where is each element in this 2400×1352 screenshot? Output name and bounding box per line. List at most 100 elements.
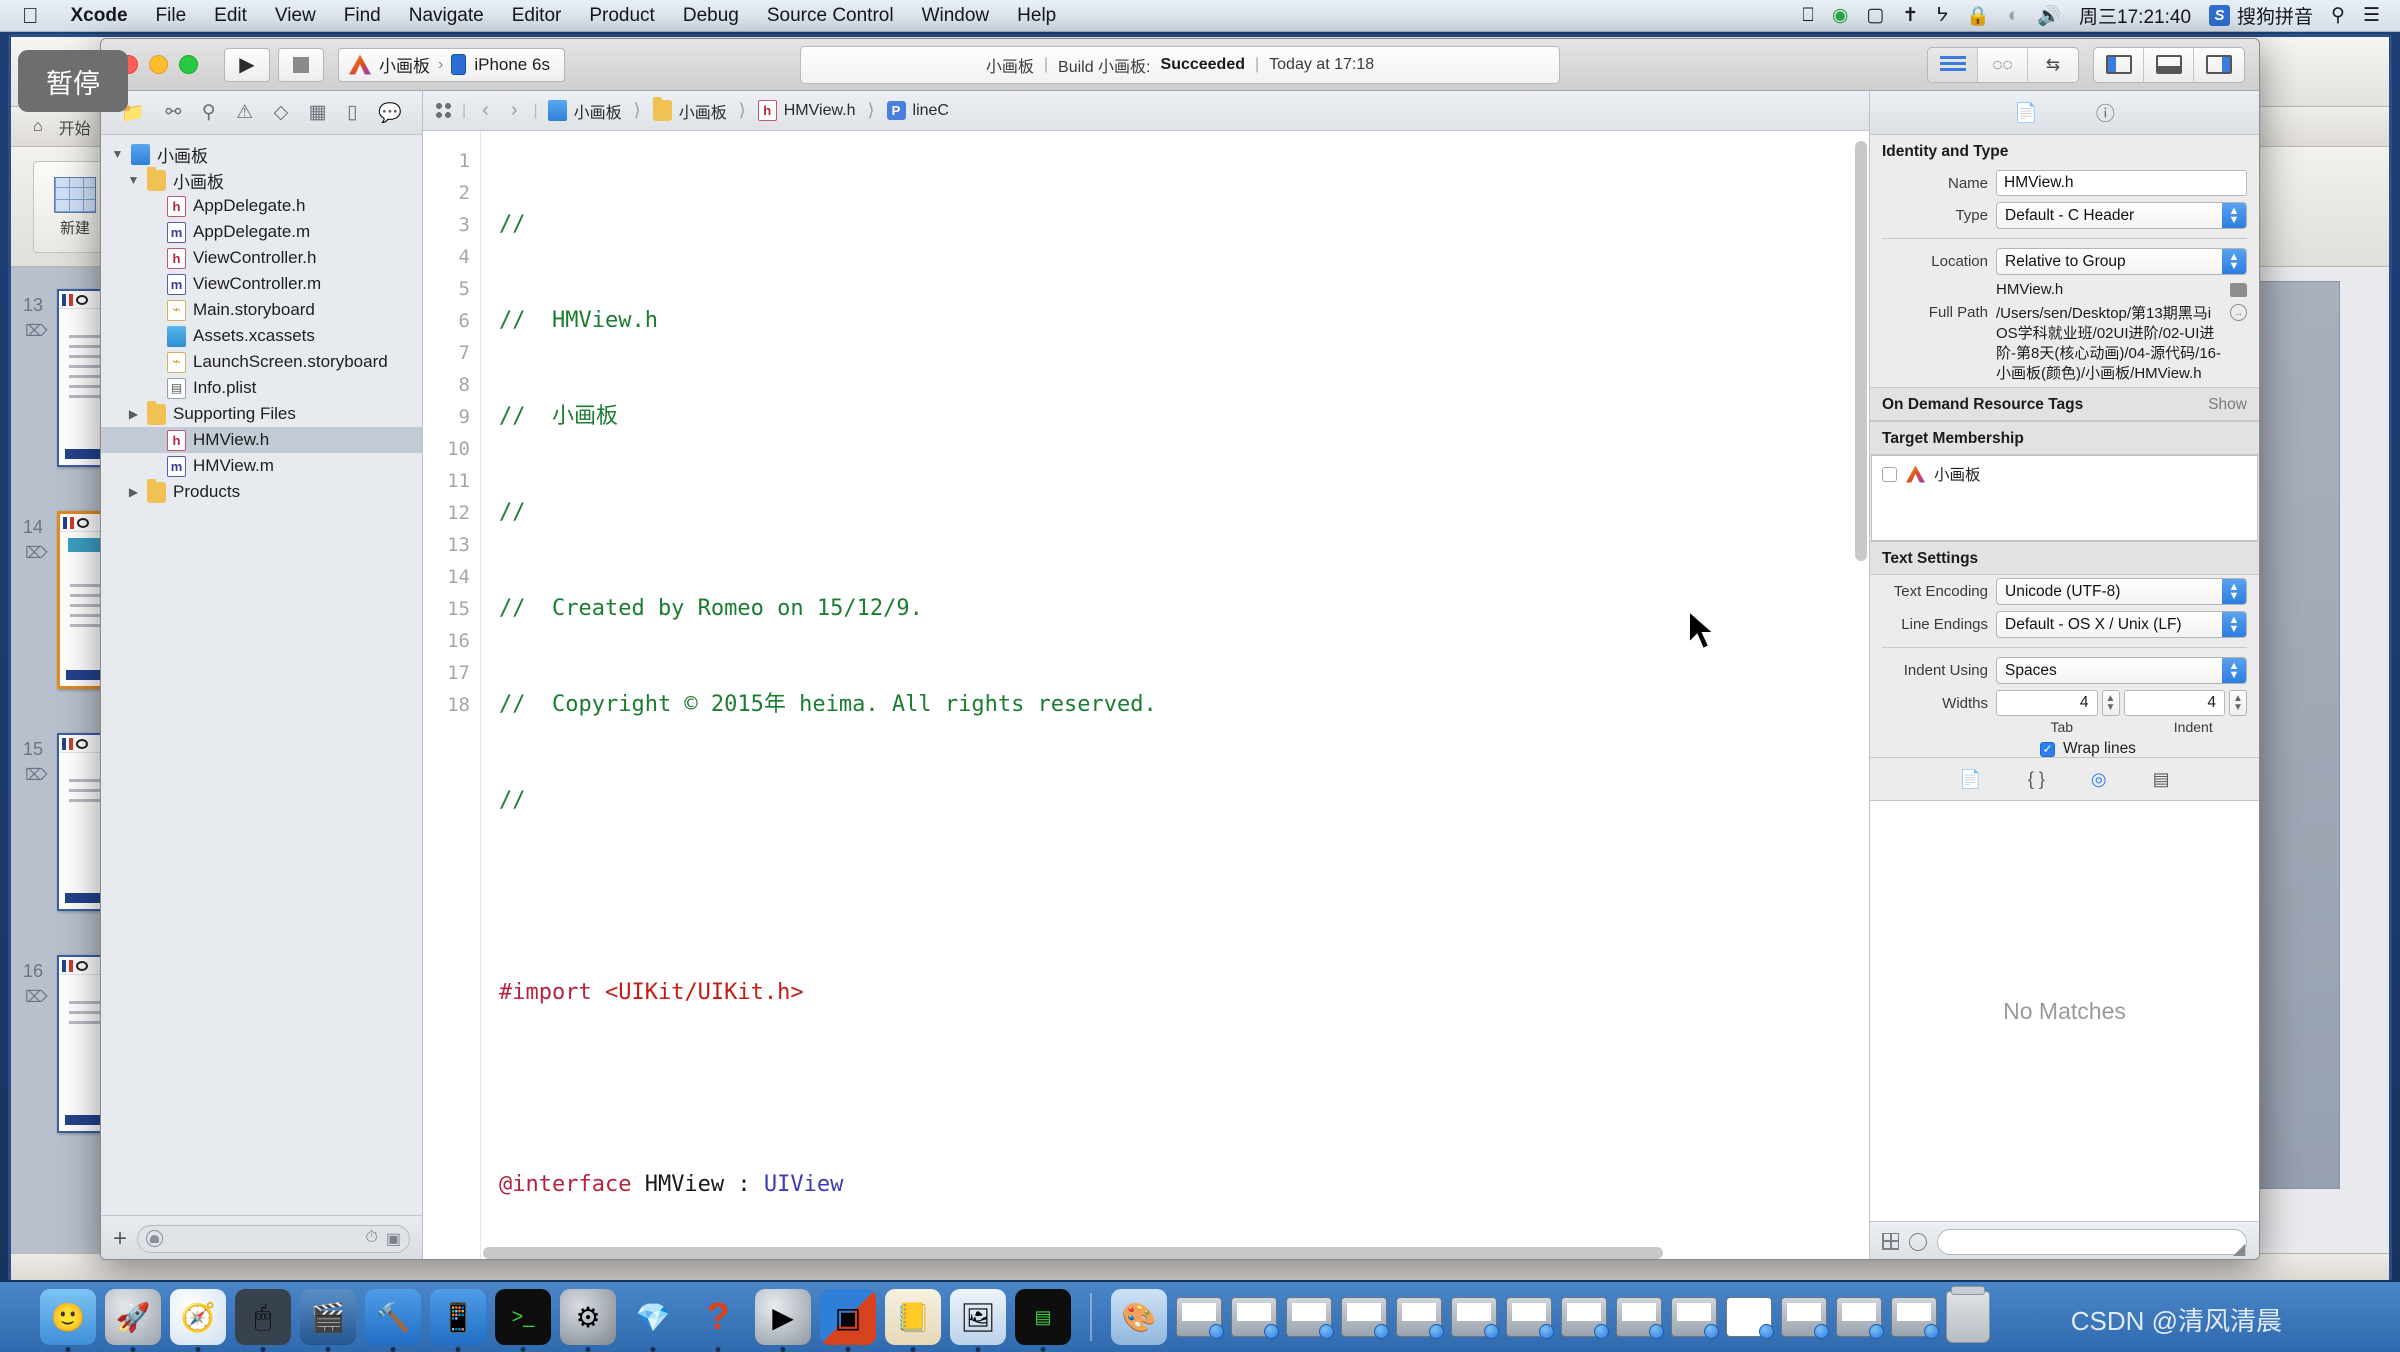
chevron-left-icon[interactable]: ‹ xyxy=(476,99,495,122)
code-snippet-library-icon[interactable]: { } xyxy=(2028,769,2045,790)
field-row-text-encoding[interactable]: Text Encoding Unicode (UTF-8) ▲ ▼ xyxy=(1870,575,2259,608)
simulator-icon[interactable]: 📱 xyxy=(430,1289,486,1352)
tree-item-file[interactable]: ▶ ▤ Info.plist xyxy=(101,375,422,401)
trash-icon[interactable] xyxy=(1946,1286,1990,1343)
navigator-filter-bar[interactable]: + ⏱ ▣ xyxy=(101,1215,422,1259)
source-control-icon[interactable]: ⚯ xyxy=(165,101,181,124)
input-method-indicator[interactable]: S 搜狗拼音 xyxy=(2209,2,2313,29)
field-row-location[interactable]: Location Relative to Group ▲ ▼ xyxy=(1870,245,2259,278)
standard-editor-icon[interactable] xyxy=(1928,47,1978,82)
minimized-window[interactable] xyxy=(1451,1297,1499,1339)
xcode-icon[interactable]: 🔨 xyxy=(365,1289,421,1352)
filter-input[interactable]: ⏱ ▣ xyxy=(137,1224,410,1253)
library-tabbar[interactable]: 📄 { } ◎ ▤ xyxy=(1870,757,2259,801)
warning-icon[interactable]: ⚠ xyxy=(236,101,253,124)
tree-item-file[interactable]: ▶ Main.storyboard xyxy=(101,297,422,323)
wrap-lines-checkbox[interactable]: ✓ xyxy=(2040,741,2055,757)
slide-thumbnail-list[interactable]: 13 ⌦ 14 ⌦ 15 ⌦ 16 ⌦ xyxy=(11,267,149,1253)
quicktime-icon[interactable]: ◉ xyxy=(1832,4,1849,27)
lock-icon[interactable]: 🔒 xyxy=(1966,4,1990,28)
apple-logo-icon[interactable]:  xyxy=(0,3,57,29)
menu-item-xcode[interactable]: Xcode xyxy=(57,5,142,27)
scheme-selector[interactable]: 小画板 › iPhone 6s xyxy=(338,47,565,82)
imovie-icon[interactable]: 🎬 xyxy=(300,1289,356,1352)
minimized-window[interactable] xyxy=(1396,1297,1444,1339)
launchpad-icon[interactable]: 🚀 xyxy=(105,1289,161,1352)
indent-width-input[interactable]: 4 xyxy=(2123,690,2225,716)
file-inspector-icon[interactable]: 📄 xyxy=(2014,101,2038,125)
tree-item-group[interactable]: ▶ Supporting Files xyxy=(101,400,422,427)
field-row-widths[interactable]: Widths 4 ▲ ▼ 4 ▲ ▼ xyxy=(1870,687,2259,719)
menu-item-debug[interactable]: Debug xyxy=(669,5,753,27)
stop-button[interactable] xyxy=(278,47,324,82)
object-library-icon[interactable]: ◎ xyxy=(2091,769,2107,790)
list-item[interactable]: 小画板 xyxy=(1872,456,2257,492)
indent-using-dropdown[interactable]: Spaces ▲ ▼ xyxy=(1996,657,2247,684)
console-icon[interactable]: ▤ xyxy=(1015,1289,1071,1352)
code-text[interactable]: // // HMView.h // 小画板 // // Created by R… xyxy=(481,131,1869,1259)
report-icon[interactable]: 💬 xyxy=(378,101,402,125)
menu-item-edit[interactable]: Edit xyxy=(200,5,261,27)
minimized-window[interactable] xyxy=(1781,1297,1829,1339)
field-row-wrap-lines[interactable]: ✓ Wrap lines xyxy=(1870,735,2259,757)
panel-toggle-segmented-control[interactable] xyxy=(2093,46,2245,83)
version-editor-icon[interactable]: ⇆ xyxy=(2028,48,2078,82)
minimized-window-preview-icon[interactable]: 🎨 xyxy=(1111,1289,1167,1345)
quicktime-icon[interactable]: ▶ xyxy=(755,1289,811,1352)
library-grid-view-icon[interactable] xyxy=(1882,1233,1899,1250)
disclosure-triangle-icon[interactable]: ▶ xyxy=(127,407,140,421)
breakpoint-icon[interactable]: ◇ xyxy=(274,101,289,124)
minimize-icon[interactable] xyxy=(149,55,168,74)
vmware-icon[interactable]: ▣ xyxy=(820,1289,876,1352)
tree-item-file[interactable]: ▶ h AppDelegate.h xyxy=(101,193,422,219)
search-icon[interactable]: ⚲ xyxy=(202,101,216,124)
line-endings-dropdown[interactable]: Default - OS X / Unix (LF) ▲ ▼ xyxy=(1996,611,2247,638)
macos-dock[interactable]: 🙂 🚀 🧭 🖱 🎬 🔨 📱 >_ ⚙ 💎 ? ▶ ▣ 📒 🖼 ▤ 🎨 xyxy=(0,1280,2400,1352)
search-icon[interactable]: ⚲ xyxy=(2331,4,2345,27)
tree-item-file[interactable]: ▶ m ViewController.m xyxy=(101,271,422,297)
video-camera-icon[interactable]: ▢ xyxy=(1866,4,1884,27)
tree-item-file[interactable]: ▶ Assets.xcassets xyxy=(101,323,422,349)
disclosure-triangle-icon[interactable]: ▶ xyxy=(127,485,140,499)
menu-item-help[interactable]: Help xyxy=(1003,5,1070,27)
tree-item-file[interactable]: ▶ h ViewController.h xyxy=(101,245,422,271)
tree-item-project[interactable]: ▼ 小画板 xyxy=(101,141,422,167)
source-code-editor[interactable]: 1 2 3 4 5 6 7 8 9 10 11 12 13 14 15 16 1… xyxy=(423,131,1869,1259)
menu-item-file[interactable]: File xyxy=(142,5,201,27)
clock[interactable]: 周三17:21:40 xyxy=(2079,2,2191,29)
menu-item-window[interactable]: Window xyxy=(908,5,1004,27)
list-item[interactable]: 15 ⌦ xyxy=(11,733,149,933)
minimized-window[interactable] xyxy=(1836,1297,1884,1339)
minimized-window[interactable] xyxy=(1891,1297,1939,1339)
minimized-window[interactable] xyxy=(1176,1297,1224,1339)
field-row-type[interactable]: Type Default - C Header ▲ ▼ xyxy=(1870,199,2259,232)
file-template-library-icon[interactable]: 📄 xyxy=(1959,769,1981,790)
source-control-filter-icon[interactable]: ▣ xyxy=(386,1229,401,1249)
field-row-location-file[interactable]: HMView.h xyxy=(1870,278,2259,301)
finder-icon[interactable]: 🙂 xyxy=(40,1289,96,1352)
system-preferences-icon[interactable]: ⚙ xyxy=(560,1289,616,1352)
window-traffic-lights[interactable] xyxy=(119,55,198,74)
mouse-app-icon[interactable]: 🖱 xyxy=(235,1289,291,1352)
editor-horizontal-scrollbar[interactable] xyxy=(483,1247,1663,1259)
airplay-icon[interactable]: ✝ xyxy=(1902,4,1918,27)
type-dropdown[interactable]: Default - C Header ▲ ▼ xyxy=(1996,202,2247,229)
menu-item-product[interactable]: Product xyxy=(575,5,668,27)
run-button[interactable]: ▶ xyxy=(224,47,270,82)
navigator-tabbar[interactable]: 📁 ⚯ ⚲ ⚠ ◇ ▦ ▯ 💬 xyxy=(101,91,422,135)
library-content[interactable]: No Matches xyxy=(1870,801,2259,1221)
chevron-right-icon[interactable]: › xyxy=(505,99,524,122)
library-filter-input[interactable] xyxy=(1937,1228,2247,1255)
tab-width-input[interactable]: 4 xyxy=(1996,690,2098,716)
tree-item-group[interactable]: ▶ Products xyxy=(101,478,422,505)
field-row-indent-using[interactable]: Indent Using Spaces ▲ ▼ xyxy=(1870,654,2259,687)
debug-area-toggle-icon[interactable] xyxy=(2144,47,2194,82)
menu-item-editor[interactable]: Editor xyxy=(498,5,576,27)
disclosure-triangle-icon[interactable]: ▼ xyxy=(111,147,124,161)
editor-vertical-scrollbar[interactable] xyxy=(1855,141,1867,561)
minimized-window[interactable] xyxy=(1671,1297,1719,1339)
library-list-view-icon[interactable] xyxy=(1909,1232,1927,1251)
library-filter-bar[interactable] xyxy=(1870,1221,2259,1259)
target-checkbox[interactable] xyxy=(1882,466,1897,482)
on-demand-show-link[interactable]: Show xyxy=(2208,396,2247,414)
